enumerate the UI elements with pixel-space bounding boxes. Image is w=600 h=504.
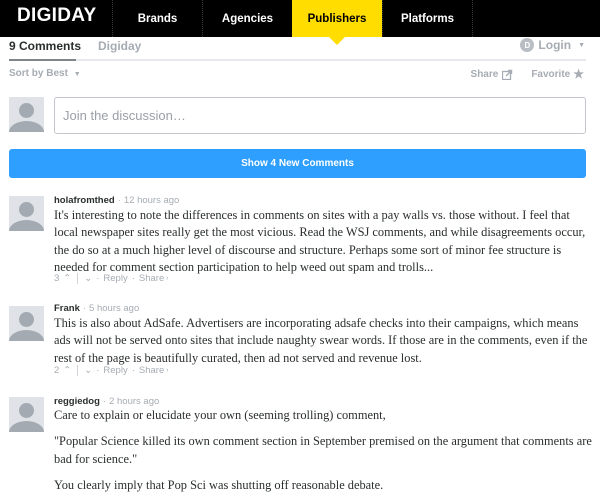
comment-actions: 3 ⌃ ⌄ · Reply · Share ›: [54, 273, 169, 284]
comment-meta: holafromthed · 12 hours ago: [54, 195, 180, 206]
comment-paragraph: It's interesting to note the differences…: [54, 208, 586, 274]
commenter-avatar[interactable]: [9, 397, 44, 432]
nav-item-publishers[interactable]: Publishers: [292, 0, 382, 37]
comment-time[interactable]: 5 hours ago: [89, 303, 139, 314]
downvote-icon[interactable]: ⌄: [84, 273, 92, 284]
comment-body: This is also about AdSafe. Advertisers a…: [54, 315, 594, 367]
nav-item-agencies[interactable]: Agencies: [202, 0, 292, 37]
downvote-icon[interactable]: ⌄: [84, 365, 92, 376]
chevron-down-icon: ▼: [578, 41, 585, 49]
comment-paragraph: You clearly imply that Pop Sci was shutt…: [54, 477, 384, 492]
nav-divider: [472, 0, 473, 37]
commenter-avatar[interactable]: [9, 196, 44, 231]
nav-item-platforms[interactable]: Platforms: [382, 0, 472, 37]
digiday-logo[interactable]: DIGIDAY: [17, 5, 97, 27]
reply-link[interactable]: Reply: [103, 273, 127, 284]
comment-author[interactable]: holafromthed: [54, 195, 115, 206]
share-link[interactable]: Share: [139, 365, 164, 376]
tab-community[interactable]: Digiday: [98, 39, 141, 53]
top-nav: DIGIDAY Brands Agencies Publishers Platf…: [0, 0, 600, 37]
comment-paragraph: This is also about AdSafe. Advertisers a…: [54, 316, 588, 365]
login-label: Login: [538, 38, 572, 52]
vote-count: 2: [54, 365, 60, 376]
login-button[interactable]: D Login ▼: [520, 38, 585, 52]
favorite-button[interactable]: Favorite ★: [531, 67, 584, 81]
nav-item-label: Brands: [137, 12, 178, 25]
comment-author[interactable]: Frank: [54, 303, 80, 314]
share-thread-button[interactable]: Share: [471, 69, 514, 80]
reply-link[interactable]: Reply: [103, 365, 127, 376]
nav-item-label: Agencies: [221, 12, 274, 25]
sort-dropdown[interactable]: Sort by Best ▼: [9, 68, 81, 79]
commenter-avatar[interactable]: [9, 306, 44, 341]
share-link[interactable]: Share: [139, 273, 164, 284]
active-nav-pointer: [329, 37, 345, 45]
comment-paragraph: "Popular Science killed its own comment …: [54, 434, 592, 466]
tab-comments-count[interactable]: 9 Comments: [9, 39, 81, 53]
vote-count: 3: [54, 273, 60, 284]
comment-body: Care to explain or elucidate your own (s…: [54, 407, 594, 494]
nav-item-label: Platforms: [400, 12, 455, 25]
chevron-down-icon: ▼: [73, 71, 81, 78]
star-icon: ★: [573, 67, 584, 81]
disqus-icon: D: [520, 38, 535, 52]
current-user-avatar: [9, 97, 44, 132]
comment-meta: Frank · 5 hours ago: [54, 303, 140, 314]
share-icon: [502, 69, 513, 80]
comment-body: It's interesting to note the differences…: [54, 207, 594, 276]
upvote-icon[interactable]: ⌃: [63, 365, 71, 376]
upvote-icon[interactable]: ⌃: [63, 273, 71, 284]
nav-item-brands[interactable]: Brands: [112, 0, 202, 37]
chevron-right-icon: ›: [164, 367, 169, 374]
thread-actions: Share Favorite ★: [471, 67, 584, 81]
sort-label: Sort by Best: [9, 68, 68, 79]
comment-paragraph: Care to explain or elucidate your own (s…: [54, 408, 386, 422]
show-new-comments-button[interactable]: Show 4 New Comments: [9, 149, 586, 178]
tabs-divider: [9, 59, 586, 61]
comment-time[interactable]: 12 hours ago: [124, 195, 179, 206]
comment-meta: reggiedog · 2 hours ago: [54, 396, 160, 407]
nav-item-label: Publishers: [307, 12, 367, 25]
comment-time[interactable]: 2 hours ago: [109, 396, 159, 407]
chevron-right-icon: ›: [164, 275, 169, 282]
share-label: Share: [470, 68, 499, 80]
favorite-label: Favorite: [531, 68, 571, 80]
comment-actions: 2 ⌃ ⌄ · Reply · Share ›: [54, 365, 169, 376]
comment-input[interactable]: Join the discussion…: [54, 97, 586, 134]
comment-author[interactable]: reggiedog: [54, 396, 100, 407]
active-tab-underline: [9, 59, 76, 61]
